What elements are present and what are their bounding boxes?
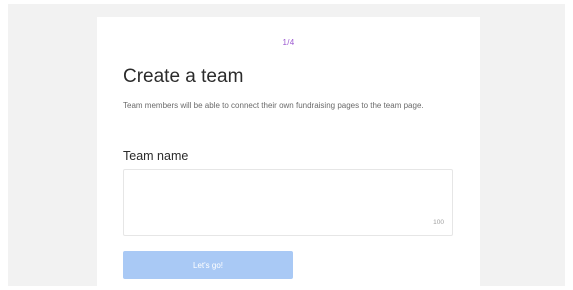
- step-indicator: 1/4: [282, 38, 295, 47]
- page-description: Team members will be able to connect the…: [123, 101, 424, 110]
- char-limit-counter: 100: [433, 219, 444, 226]
- team-name-input[interactable]: [124, 170, 452, 235]
- team-name-field: 100: [123, 169, 453, 236]
- team-name-label: Team name: [123, 149, 189, 163]
- page-title: Create a team: [123, 66, 244, 87]
- lets-go-button[interactable]: Let's go!: [123, 251, 293, 279]
- page-background: 1/4 Create a team Team members will be a…: [8, 4, 565, 290]
- create-team-card: 1/4 Create a team Team members will be a…: [97, 17, 480, 290]
